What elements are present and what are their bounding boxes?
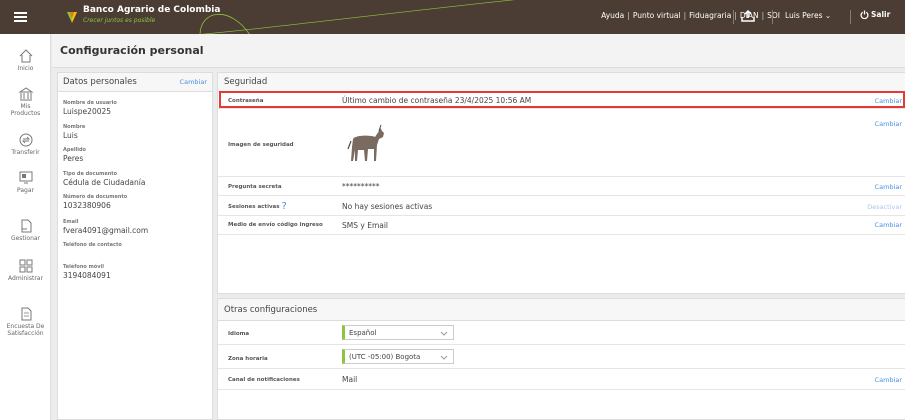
chevron-down-icon	[440, 331, 448, 336]
security-image-donkey	[347, 124, 384, 161]
nav-item-administrar[interactable]: Administrar	[0, 258, 51, 282]
nav-item-inicio[interactable]: Inicio	[0, 48, 51, 72]
personal-data-panel: Datos personales Cambiar Nombre de usuar…	[57, 72, 213, 420]
survey-icon	[21, 307, 31, 321]
hamburger-icon	[13, 12, 27, 22]
settings-row-timezone: Zona horaria (UTC -05:00) Bogota	[218, 345, 905, 369]
help-icon[interactable]: ?	[282, 201, 287, 212]
other-settings-title: Otras configuraciones	[224, 305, 318, 315]
document-icon	[21, 219, 31, 233]
change-image-link[interactable]: Cambiar	[875, 120, 902, 128]
nav-item-pagar[interactable]: Pagar	[0, 170, 51, 194]
personal-data-header: Datos personales Cambiar	[58, 73, 212, 92]
nav-item-encuesta[interactable]: Encuesta De Satisfacción	[0, 306, 51, 337]
security-header: Seguridad	[218, 73, 905, 92]
settings-row-idioma: Idioma Español	[218, 321, 905, 345]
top-bar: Banco Agrario de Colombia Crecer juntos …	[0, 0, 905, 34]
security-panel: Seguridad Contraseña Último cambio de co…	[217, 72, 905, 294]
power-icon	[860, 10, 869, 19]
chevron-down-icon	[440, 355, 448, 360]
change-password-link[interactable]: Cambiar	[875, 97, 902, 105]
field-apellido: Apellido Peres	[63, 147, 86, 163]
page-title: Configuración personal	[60, 44, 204, 57]
field-tipo-documento: Tipo de documento Cédula de Ciudadanía	[63, 171, 146, 187]
deactivate-sessions-link[interactable]: Desactivar	[867, 203, 902, 211]
field-telefono-contacto: Teléfono de contacto	[63, 242, 122, 248]
transfer-icon	[19, 133, 32, 147]
bank-icon	[17, 87, 34, 101]
security-row-sessions: Sesiones activas? No hay sesiones activa…	[218, 196, 905, 216]
decorative-curves	[199, 0, 515, 34]
field-numero-documento: Número de documento 1032380906	[63, 194, 128, 210]
bank-logo-icon	[67, 12, 77, 23]
field-username: Nombre de usuario Luispe20025	[63, 100, 117, 116]
change-delivery-link[interactable]: Cambiar	[875, 221, 902, 229]
link-punto-virtual[interactable]: Punto virtual	[633, 11, 681, 20]
menu-button[interactable]	[0, 0, 40, 34]
payment-icon	[19, 171, 32, 184]
user-menu[interactable]: Luis Peres ⌄	[785, 11, 831, 20]
security-title: Seguridad	[224, 77, 268, 87]
nav-item-transferir[interactable]: Transferir	[0, 132, 51, 156]
field-nombre: Nombre Luis	[63, 124, 86, 140]
security-row-delivery: Medio de envío código ingreso SMS y Emai…	[218, 216, 905, 235]
grid-icon	[19, 259, 32, 273]
logout-button[interactable]: Salir	[860, 10, 890, 19]
timezone-select[interactable]: (UTC -05:00) Bogota	[342, 349, 454, 364]
page-title-bar: Configuración personal	[52, 34, 905, 68]
other-settings-panel: Otras configuraciones Idioma Español Zon…	[217, 298, 905, 420]
personal-data-change-link[interactable]: Cambiar	[180, 78, 207, 86]
language-select[interactable]: Español	[342, 325, 454, 340]
user-name: Luis Peres	[785, 11, 823, 20]
upload-icon[interactable]	[741, 10, 755, 22]
field-telefono-movil: Teléfono móvil 3194084091	[63, 264, 111, 280]
link-fiduagraria[interactable]: Fiduagraria	[689, 11, 731, 20]
link-ayuda[interactable]: Ayuda	[601, 11, 624, 20]
personal-data-title: Datos personales	[63, 77, 137, 87]
nav-item-mis-productos[interactable]: Mis Productos	[0, 86, 51, 117]
other-settings-header: Otras configuraciones	[218, 299, 905, 321]
security-row-password: Contraseña Último cambio de contraseña 2…	[218, 92, 905, 109]
left-nav: Inicio Mis Productos Transferir Pagar Ge…	[0, 34, 51, 420]
security-row-image: Imagen de seguridad Cambiar	[218, 109, 905, 177]
nav-item-gestionar[interactable]: Gestionar	[0, 218, 51, 242]
home-icon	[19, 49, 32, 63]
link-soi[interactable]: SOI	[767, 11, 780, 20]
change-notifications-link[interactable]: Cambiar	[875, 376, 902, 384]
security-row-question: Pregunta secreta ********** Cambiar	[218, 177, 905, 196]
field-email: Email fvera4091@gmail.com	[63, 219, 149, 235]
settings-row-notifications: Canal de notificaciones Mail Cambiar	[218, 369, 905, 390]
change-question-link[interactable]: Cambiar	[875, 183, 902, 191]
chevron-down-icon: ⌄	[824, 11, 832, 20]
logout-label: Salir	[871, 10, 891, 19]
